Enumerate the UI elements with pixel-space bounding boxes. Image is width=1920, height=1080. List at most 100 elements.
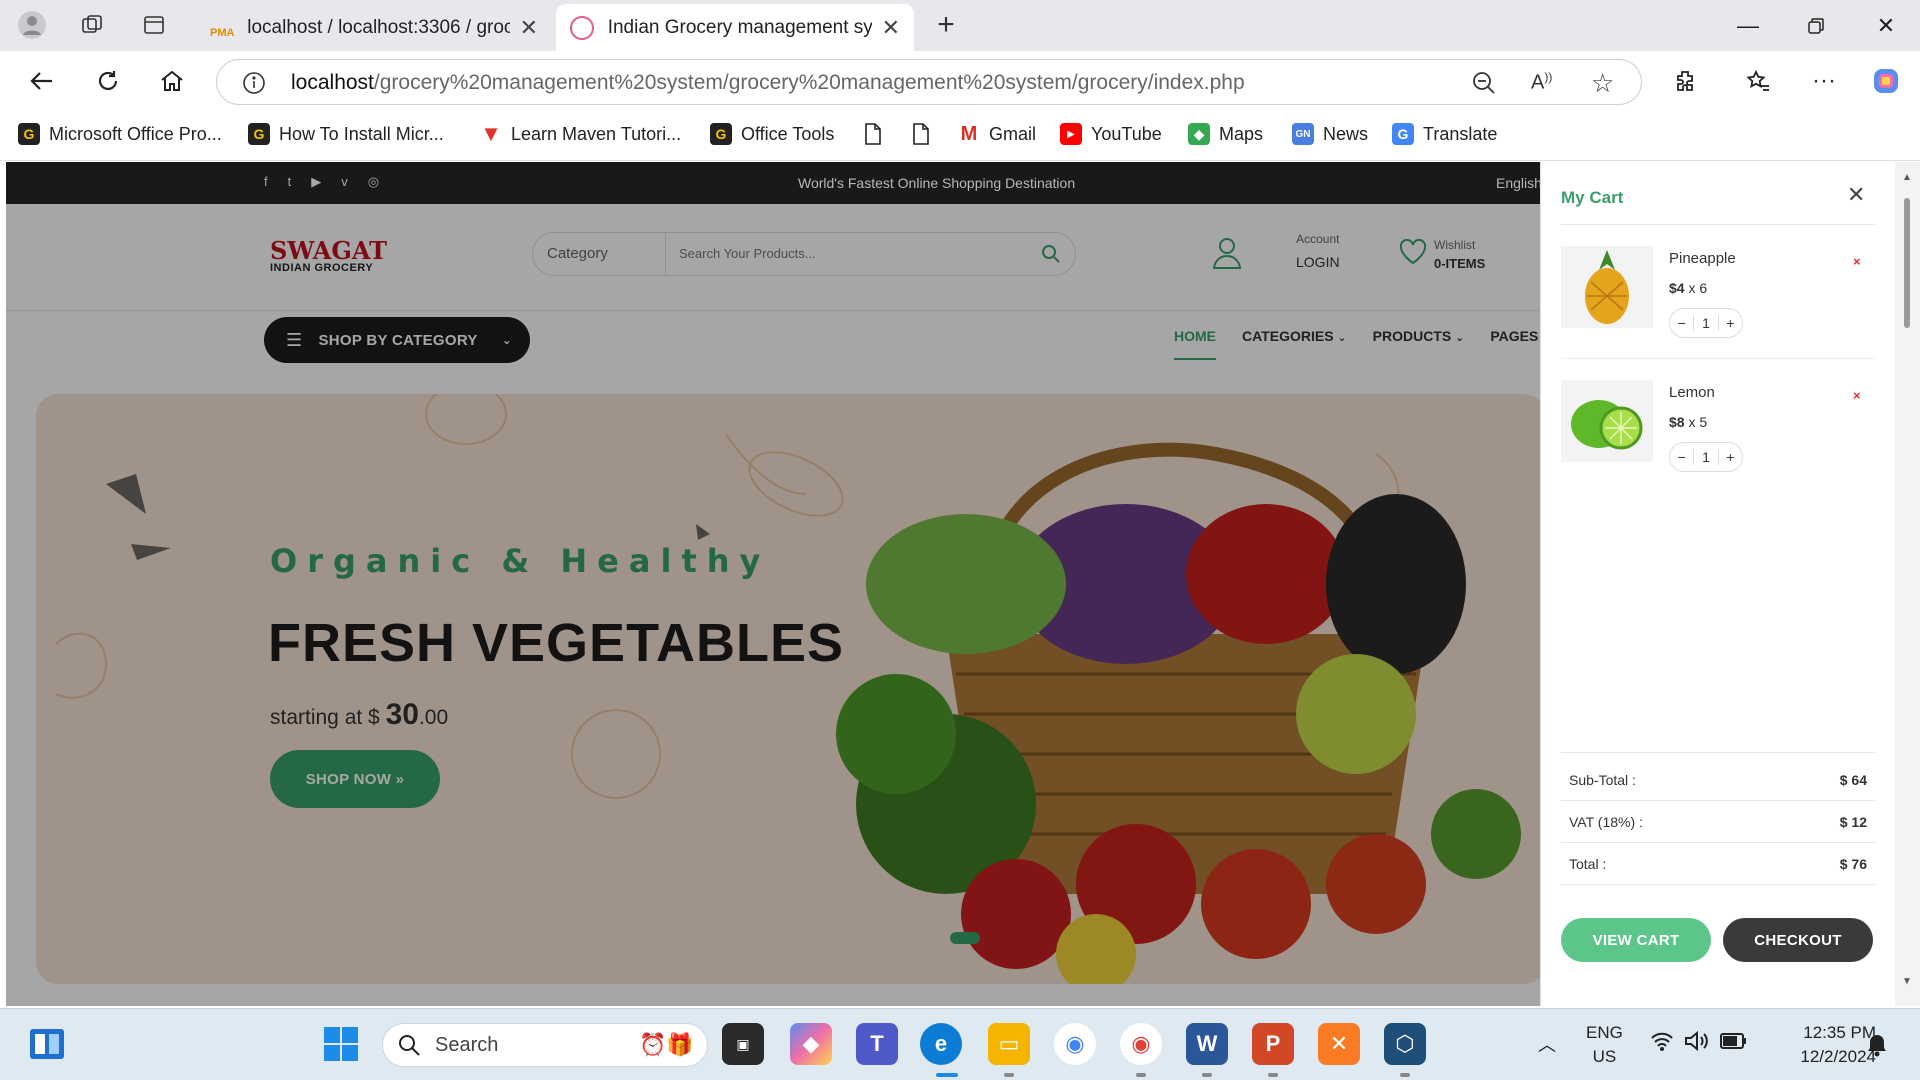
browser-toolbar: localhost/grocery%20management%20system/…	[0, 51, 1920, 111]
task-view-icon[interactable]: ▣	[722, 1023, 764, 1065]
address-bar[interactable]: localhost/grocery%20management%20system/…	[216, 59, 1642, 105]
bookmark-label: Microsoft Office Pro...	[49, 123, 222, 144]
pma-icon: PMA	[210, 26, 235, 39]
more-menu-icon[interactable]: ···	[1804, 63, 1844, 99]
favorites-icon[interactable]	[1738, 63, 1778, 99]
app-indicator	[1004, 1073, 1014, 1077]
bookmark-item[interactable]: ◆ Maps	[1188, 123, 1263, 145]
quantity-value[interactable]: 1	[1693, 315, 1719, 331]
bookmark-item[interactable]: GN News	[1292, 123, 1368, 145]
decrement-button[interactable]: −	[1670, 449, 1693, 465]
remove-item-icon[interactable]: ×	[1853, 254, 1861, 269]
bookmark-item[interactable]: G Microsoft Office Pro...	[18, 123, 222, 145]
close-icon[interactable]: ✕	[520, 15, 538, 41]
copilot-icon[interactable]	[1866, 63, 1906, 99]
close-cart-icon[interactable]: ✕	[1847, 182, 1865, 208]
bookmark-label: Learn Maven Tutori...	[511, 123, 682, 144]
minimize-icon[interactable]: —	[1714, 0, 1782, 51]
wifi-icon[interactable]	[1650, 1031, 1674, 1057]
back-icon[interactable]	[22, 63, 62, 99]
item-multiplier: x 6	[1688, 280, 1708, 296]
copilot-app-icon[interactable]: ◆	[790, 1023, 832, 1065]
bookmark-item[interactable]	[910, 123, 941, 145]
quantity-stepper[interactable]: − 1 +	[1669, 442, 1743, 472]
increment-button[interactable]: +	[1719, 315, 1742, 331]
powerpoint-icon[interactable]: P	[1252, 1023, 1294, 1065]
teams-icon[interactable]: T	[856, 1023, 898, 1065]
modal-overlay-strip	[6, 162, 1540, 204]
checkout-button[interactable]: CHECKOUT	[1723, 918, 1873, 962]
widgets-icon[interactable]	[26, 1023, 68, 1065]
new-tab-icon[interactable]: +	[928, 8, 964, 42]
vertical-tabs-icon[interactable]	[136, 8, 172, 42]
mysql-workbench-icon[interactable]: ⬡	[1384, 1023, 1426, 1065]
tab-phpmyadmin[interactable]: PMA localhost / localhost:3306 / groce ✕	[196, 4, 552, 51]
bookmark-item[interactable]: ▼ Learn Maven Tutori...	[480, 121, 682, 146]
scrollbar-thumb[interactable]	[1904, 198, 1910, 328]
xampp-icon[interactable]: ✕	[1318, 1023, 1360, 1065]
news-icon: GN	[1292, 123, 1314, 145]
quantity-stepper[interactable]: − 1 +	[1669, 308, 1743, 338]
notification-bell-icon[interactable]	[1866, 1033, 1888, 1062]
workspaces-icon[interactable]	[74, 8, 110, 42]
bookmarks-bar: G Microsoft Office Pro... G How To Install…	[0, 111, 1920, 161]
close-icon[interactable]: ✕	[882, 15, 900, 41]
chrome-icon[interactable]: ◉	[1054, 1023, 1096, 1065]
remove-item-icon[interactable]: ×	[1853, 388, 1861, 403]
file-icon	[910, 123, 932, 145]
word-icon[interactable]: W	[1186, 1023, 1228, 1065]
g-icon: G	[710, 123, 732, 145]
bookmark-label: YouTube	[1091, 123, 1162, 144]
url-text[interactable]: localhost/grocery%20management%20system/…	[291, 71, 1245, 95]
scroll-up-icon[interactable]: ▲	[1902, 172, 1912, 183]
taskbar-search[interactable]: Search ⏰🎁	[382, 1023, 708, 1067]
page-scrollbar[interactable]: ▲ ▼	[1895, 162, 1920, 1006]
bookmark-item[interactable]: G How To Install Micr...	[248, 123, 444, 145]
decrement-button[interactable]: −	[1670, 315, 1693, 331]
edge-icon[interactable]: e	[920, 1023, 962, 1065]
read-aloud-icon[interactable]: A))	[1531, 70, 1552, 95]
modal-overlay[interactable]	[6, 204, 1540, 1006]
window-close-icon[interactable]: ✕	[1852, 0, 1920, 51]
summary-label: VAT (18%) :	[1569, 814, 1643, 830]
home-icon[interactable]	[152, 63, 192, 99]
file-icon	[862, 123, 884, 145]
scroll-down-icon[interactable]: ▼	[1902, 976, 1912, 987]
chrome-profile-icon[interactable]: ◉	[1120, 1023, 1162, 1065]
bookmark-item[interactable]: M Gmail	[958, 123, 1036, 145]
language-indicator[interactable]: ENG US	[1586, 1021, 1623, 1069]
item-name[interactable]: Lemon	[1669, 384, 1715, 401]
bookmark-item[interactable]: ▶ YouTube	[1060, 123, 1162, 145]
view-cart-button[interactable]: VIEW CART	[1561, 918, 1711, 962]
profile-icon[interactable]	[14, 8, 50, 42]
volume-icon[interactable]	[1684, 1030, 1710, 1056]
search-icon	[397, 1033, 421, 1062]
bookmark-item[interactable]: G Translate	[1392, 123, 1497, 145]
item-name[interactable]: Pineapple	[1669, 250, 1736, 267]
bookmark-item[interactable]	[862, 123, 893, 145]
favorite-star-icon[interactable]: ☆	[1591, 68, 1614, 99]
cart-summary: Sub-Total : $ 64 VAT (18%) : $ 12 Total …	[1561, 772, 1875, 885]
bookmark-item[interactable]: G Office Tools	[710, 123, 834, 145]
clock-time: 12:35 PM	[1803, 1023, 1876, 1042]
g-icon: G	[248, 123, 270, 145]
restore-icon[interactable]	[1782, 0, 1850, 51]
quantity-value[interactable]: 1	[1693, 449, 1719, 465]
bookmark-label: Gmail	[989, 123, 1037, 144]
youtube-icon: ▶	[1060, 123, 1082, 145]
info-icon[interactable]	[241, 70, 267, 101]
item-price: $8	[1669, 414, 1685, 430]
extensions-icon[interactable]	[1666, 63, 1706, 99]
file-explorer-icon[interactable]: ▭	[988, 1023, 1030, 1065]
battery-icon[interactable]	[1720, 1033, 1748, 1054]
zoom-out-icon[interactable]	[1471, 70, 1497, 101]
tab-grocery[interactable]: Indian Grocery management syste ✕	[556, 4, 914, 51]
chevron-up-icon[interactable]: ︿	[1538, 1031, 1556, 1057]
start-icon[interactable]	[320, 1023, 362, 1065]
subtotal-row: Sub-Total : $ 64	[1561, 772, 1875, 801]
increment-button[interactable]: +	[1719, 449, 1742, 465]
taskbar-search-text: Search	[435, 1034, 499, 1056]
active-app-indicator	[936, 1073, 958, 1077]
refresh-icon[interactable]	[88, 63, 128, 99]
clock[interactable]: 12:35 PM 12/2/2024	[1770, 1021, 1876, 1069]
